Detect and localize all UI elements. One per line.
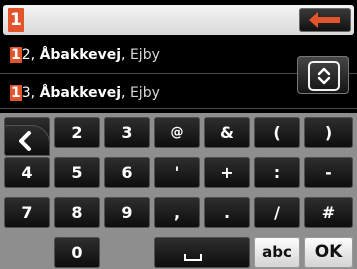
- key-plus[interactable]: +: [204, 157, 250, 188]
- backspace-button[interactable]: [299, 8, 351, 32]
- ok-button[interactable]: OK: [304, 237, 353, 268]
- key-2[interactable]: 2: [54, 117, 100, 148]
- suggestion-item-1[interactable]: 12, Åbakkevej, Ejby: [10, 43, 160, 67]
- suggestion-city: Ejby: [129, 85, 160, 101]
- suggestion-city: Ejby: [129, 47, 160, 63]
- space-key[interactable]: [154, 237, 250, 268]
- left-arrow-icon: [309, 12, 340, 28]
- key-4[interactable]: 4: [4, 157, 50, 188]
- key-7[interactable]: 7: [4, 197, 50, 228]
- address-input-field[interactable]: 1: [3, 5, 354, 35]
- chevron-left-icon: [19, 131, 31, 151]
- up-down-chevron-icon: [317, 67, 331, 85]
- key-hash[interactable]: #: [304, 197, 353, 228]
- key-comma[interactable]: ,: [154, 197, 200, 228]
- suggestion-item-2[interactable]: 13, Åbakkevej, Ejby: [10, 81, 160, 105]
- key-0[interactable]: 0: [54, 237, 100, 268]
- suggestion-street: Åbakkevej: [39, 85, 122, 101]
- key-apostrophe[interactable]: ': [154, 157, 200, 188]
- suggestion-separator: ,: [121, 47, 130, 63]
- key-9[interactable]: 9: [104, 197, 150, 228]
- key-ampersand[interactable]: &: [204, 117, 250, 148]
- key-period[interactable]: .: [204, 197, 250, 228]
- suggestion-number: 3: [21, 85, 31, 101]
- address-entry-screen: 1 12, Åbakkevej, Ejby 13, Åbakkevej, Ejb…: [0, 0, 357, 269]
- key-slash[interactable]: /: [254, 197, 300, 228]
- scroll-button-frame: [308, 61, 340, 91]
- key-colon[interactable]: :: [254, 157, 300, 188]
- suggestion-divider: [0, 108, 357, 109]
- suggestion-number: 2: [21, 47, 31, 63]
- input-value: 1: [8, 8, 24, 32]
- key-at[interactable]: @: [154, 117, 200, 148]
- key-6[interactable]: 6: [104, 157, 150, 188]
- suggestion-match: 1: [10, 85, 22, 101]
- back-button[interactable]: [4, 125, 50, 156]
- key-3[interactable]: 3: [104, 117, 150, 148]
- key-close-paren[interactable]: ): [304, 117, 353, 148]
- abc-key[interactable]: abc: [254, 237, 300, 268]
- key-5[interactable]: 5: [54, 157, 100, 188]
- scroll-suggestions-button[interactable]: [297, 56, 349, 94]
- suggestion-separator: ,: [121, 85, 130, 101]
- key-open-paren[interactable]: (: [254, 117, 300, 148]
- suggestion-separator: ,: [30, 47, 40, 63]
- numeric-keyboard: 1 2 3 @ & ( ) 4 5 6 ' + : - 7 8 9 , . / …: [0, 113, 357, 269]
- space-bar-icon: [184, 254, 202, 261]
- key-minus[interactable]: -: [304, 157, 353, 188]
- key-8[interactable]: 8: [54, 197, 100, 228]
- suggestion-separator: ,: [30, 85, 40, 101]
- suggestion-match: 1: [10, 47, 22, 63]
- suggestion-street: Åbakkevej: [39, 47, 122, 63]
